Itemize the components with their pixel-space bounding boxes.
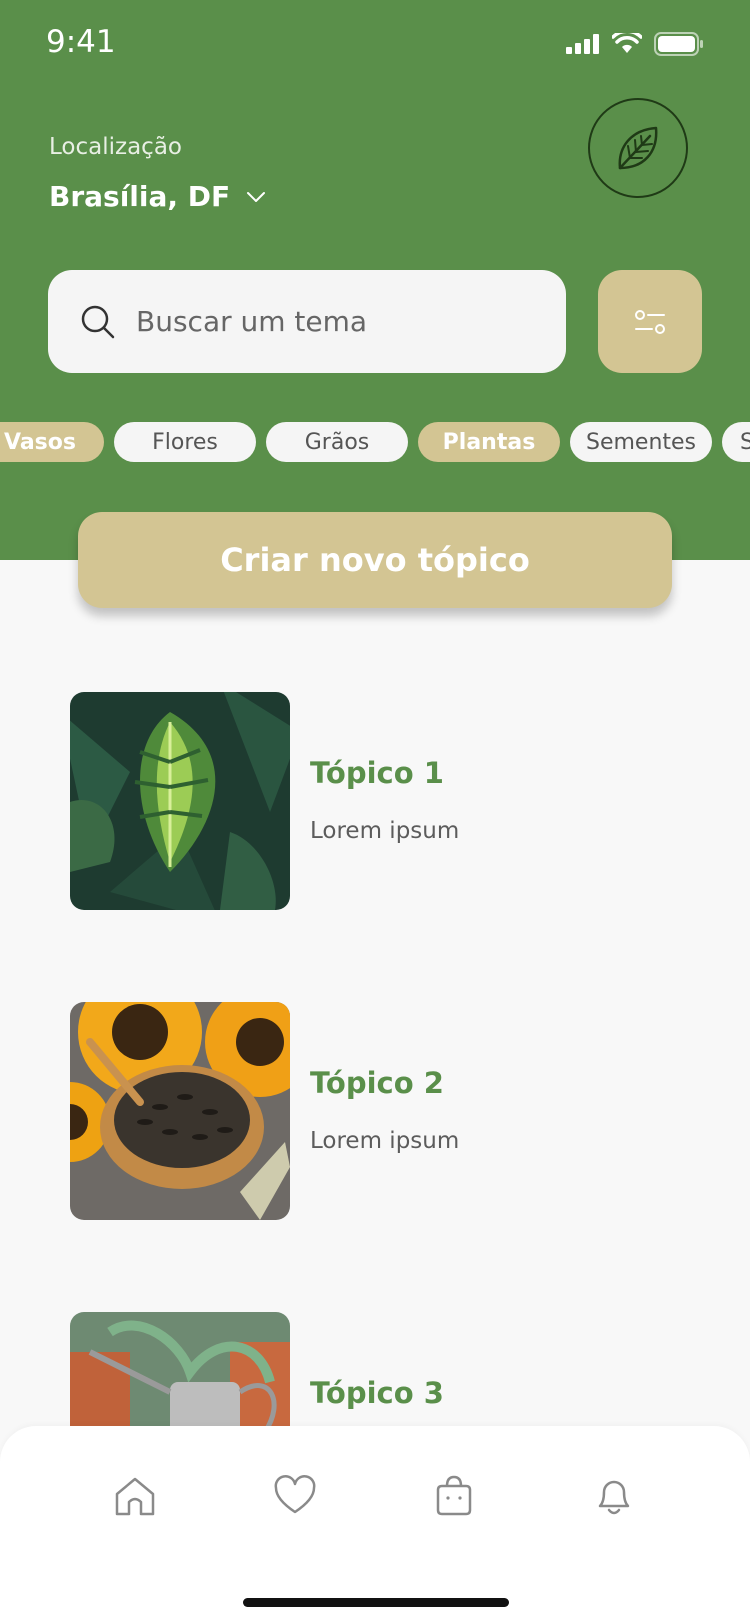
topic-thumbnail	[70, 692, 290, 910]
signal-icon	[566, 34, 599, 54]
battery-icon	[654, 32, 703, 56]
topic-subtitle: Lorem ipsum	[310, 1128, 460, 1154]
topic-thumbnail	[70, 1002, 290, 1220]
sliders-icon	[635, 309, 665, 334]
topic-subtitle: Lorem ipsum	[310, 818, 460, 844]
home-indicator	[243, 1598, 509, 1607]
nav-shop[interactable]	[430, 1472, 478, 1520]
wifi-icon	[612, 33, 642, 53]
create-topic-button[interactable]: Criar novo tópico	[78, 512, 672, 608]
chip-vasos[interactable]: Vasos	[0, 422, 104, 462]
chip-flores[interactable]: Flores	[114, 422, 256, 462]
location-selector[interactable]: Brasília, DF	[49, 180, 266, 213]
location-label: Localização	[49, 134, 182, 160]
topic-item[interactable]: Tópico 1 Lorem ipsum	[70, 692, 670, 912]
chip-graos[interactable]: Grãos	[266, 422, 408, 462]
nav-notifications[interactable]	[590, 1472, 638, 1520]
search-icon	[81, 305, 115, 338]
topic-title: Tópico 1	[310, 756, 444, 790]
header: 9:41 Localização Brasília, DF Buscar um …	[0, 0, 750, 560]
status-time: 9:41	[46, 24, 116, 60]
location-value: Brasília, DF	[49, 180, 231, 213]
search-input[interactable]	[134, 304, 518, 339]
topic-title: Tópico 2	[310, 1066, 444, 1100]
leaf-icon	[618, 126, 658, 170]
chip-partial[interactable]: S	[722, 422, 750, 462]
status-icons	[566, 32, 704, 56]
bottom-navigation	[0, 1426, 750, 1624]
bell-icon	[598, 1480, 630, 1515]
monstera-leaf-image	[70, 692, 290, 910]
sunflower-seeds-image	[70, 1002, 290, 1220]
home-icon	[115, 1477, 155, 1516]
chip-plantas[interactable]: Plantas	[418, 422, 560, 462]
heart-icon	[274, 1475, 316, 1514]
nav-favorites[interactable]	[271, 1472, 319, 1520]
category-chips: Vasos Flores Grãos Plantas Sementes S	[0, 422, 750, 462]
search-bar[interactable]	[48, 270, 566, 373]
leaf-logo[interactable]	[588, 98, 688, 198]
filter-button[interactable]	[598, 270, 702, 373]
topic-title: Tópico 3	[310, 1376, 444, 1410]
bag-icon	[436, 1475, 472, 1516]
topic-item[interactable]: Tópico 2 Lorem ipsum	[70, 1002, 670, 1222]
nav-home[interactable]	[111, 1472, 159, 1520]
chevron-down-icon	[247, 191, 266, 202]
chip-sementes[interactable]: Sementes	[570, 422, 712, 462]
